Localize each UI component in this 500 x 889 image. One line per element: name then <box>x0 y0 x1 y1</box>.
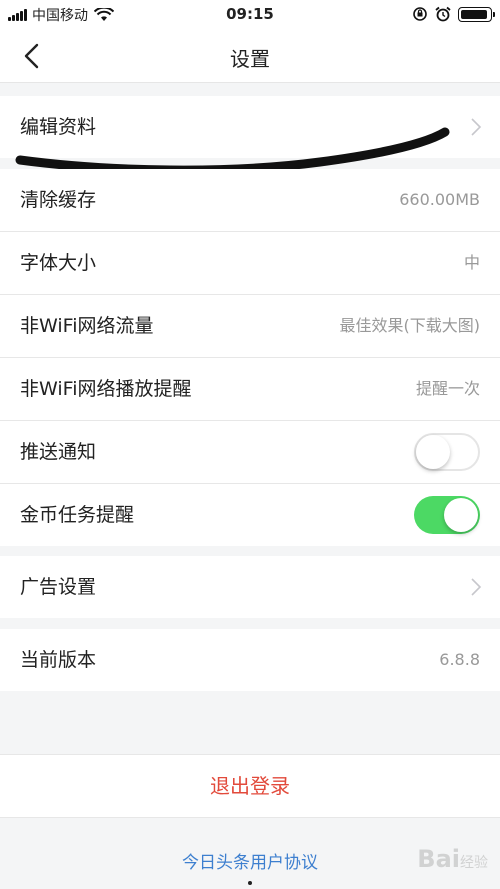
home-indicator-dot <box>248 881 252 885</box>
push-notification-row: 推送通知 <box>0 421 500 484</box>
ads-group: 广告设置 <box>0 556 500 618</box>
chevron-right-icon <box>471 578 482 596</box>
clear-cache-row[interactable]: 清除缓存 660.00MB <box>0 169 500 232</box>
chevron-right-icon <box>471 118 482 136</box>
non-wifi-traffic-row[interactable]: 非WiFi网络流量 最佳效果(下载大图) <box>0 295 500 358</box>
watermark-text: Bai <box>417 845 460 873</box>
settings-group: 清除缓存 660.00MB 字体大小 中 非WiFi网络流量 最佳效果(下载大图… <box>0 169 500 546</box>
profile-group: 编辑资料 <box>0 96 500 158</box>
status-bar: 中国移动 09:15 <box>0 0 500 30</box>
alarm-icon <box>435 6 451 22</box>
non-wifi-play-value: 提醒一次 <box>415 379 480 398</box>
non-wifi-play-row[interactable]: 非WiFi网络播放提醒 提醒一次 <box>0 358 500 421</box>
push-notification-label: 推送通知 <box>20 441 97 463</box>
version-label: 当前版本 <box>20 649 97 671</box>
non-wifi-traffic-value: 最佳效果(下载大图) <box>339 316 481 335</box>
version-value: 6.8.8 <box>439 650 480 669</box>
battery-icon <box>458 6 495 22</box>
coin-task-toggle[interactable] <box>414 496 480 534</box>
coin-task-row: 金币任务提醒 <box>0 484 500 546</box>
cache-size-value: 660.00MB <box>399 190 480 209</box>
clear-cache-label: 清除缓存 <box>20 189 97 211</box>
rotation-lock-icon <box>413 7 427 21</box>
push-notification-toggle[interactable] <box>414 433 480 471</box>
edit-profile-row[interactable]: 编辑资料 <box>0 96 500 158</box>
font-size-row[interactable]: 字体大小 中 <box>0 232 500 295</box>
ad-settings-label: 广告设置 <box>20 576 97 598</box>
edit-profile-label: 编辑资料 <box>20 116 97 138</box>
navigation-bar: 设置 <box>0 30 500 83</box>
version-group: 当前版本 6.8.8 <box>0 629 500 691</box>
watermark-suffix: 经验 <box>460 855 488 871</box>
status-right <box>412 6 495 22</box>
non-wifi-traffic-label: 非WiFi网络流量 <box>20 315 154 337</box>
coin-task-label: 金币任务提醒 <box>20 504 135 526</box>
version-row: 当前版本 6.8.8 <box>0 629 500 691</box>
ad-settings-row[interactable]: 广告设置 <box>0 556 500 618</box>
baidu-watermark: Bai经验 <box>417 845 488 873</box>
font-size-value: 中 <box>463 253 480 272</box>
page-title: 设置 <box>230 47 270 71</box>
logout-button[interactable]: 退出登录 <box>0 754 500 818</box>
non-wifi-play-label: 非WiFi网络播放提醒 <box>20 378 192 400</box>
font-size-label: 字体大小 <box>20 252 97 274</box>
